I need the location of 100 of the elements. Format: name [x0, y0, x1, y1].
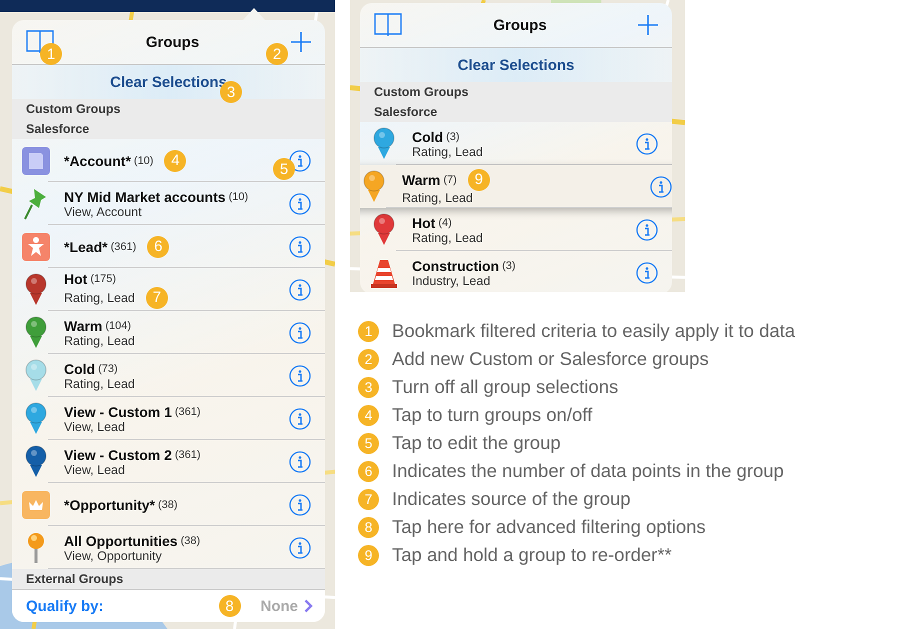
group-row[interactable]: Construction (3) Industry, Lead — [360, 251, 672, 292]
legend-text: Turn off all group selections — [392, 376, 618, 398]
crown-icon — [22, 490, 50, 518]
group-row[interactable]: *Lead* (361) 6 — [12, 225, 325, 268]
info-icon[interactable] — [289, 192, 311, 214]
group-row[interactable]: Hot (4) Rating, Lead — [360, 208, 672, 251]
legend-text: Tap to edit the group — [392, 432, 561, 454]
info-icon[interactable] — [289, 494, 311, 516]
group-count: (361) — [110, 240, 136, 252]
group-count: (38) — [180, 534, 200, 546]
group-row[interactable]: NY Mid Market accounts (10) View, Account — [12, 182, 325, 225]
clear-selections-button[interactable]: Clear Selections — [458, 56, 574, 74]
callout-badge: 3 — [358, 376, 379, 398]
group-row[interactable]: All Opportunities (38) View, Opportunity — [12, 526, 325, 569]
group-count: (104) — [105, 320, 132, 332]
legend-text: Bookmark filtered criteria to easily apply it to data — [392, 320, 796, 342]
group-count: (361) — [174, 406, 201, 418]
group-count: (73) — [98, 362, 118, 374]
legend-text: Add new Custom or Salesforce groups — [392, 348, 709, 370]
group-name: Hot — [412, 214, 436, 230]
group-name: *Opportunity* — [64, 496, 155, 512]
group-name: View - Custom 2 — [64, 446, 172, 462]
info-icon[interactable] — [289, 150, 311, 172]
group-source: Rating, Lead — [412, 144, 483, 158]
section-header: Custom Groups — [12, 99, 325, 119]
group-row[interactable]: View - Custom 2 (361) View, Lead — [12, 440, 325, 483]
group-count: (10) — [228, 190, 248, 202]
group-source: View, Account — [64, 204, 142, 218]
qualify-by-label: Qualify by: — [26, 598, 104, 614]
info-icon[interactable] — [289, 450, 311, 472]
callout-badge: 2 — [358, 348, 379, 370]
info-icon[interactable] — [289, 364, 311, 386]
group-source: Industry, Lead — [412, 274, 490, 288]
callout-badge: 9 — [358, 544, 379, 566]
group-count: (38) — [158, 498, 178, 510]
group-row[interactable]: View - Custom 1 (361) View, Lead — [12, 397, 325, 440]
info-icon[interactable] — [289, 322, 311, 344]
add-icon[interactable] — [638, 15, 658, 35]
callout-badge: 4 — [164, 150, 186, 172]
group-name: Construction — [412, 258, 500, 274]
group-source: Rating, Lead — [64, 376, 135, 390]
section-header: Custom Groups — [360, 82, 672, 102]
traffic-cone-icon — [370, 258, 398, 288]
info-icon[interactable] — [636, 132, 658, 154]
group-name: NY Mid Market accounts — [64, 188, 226, 204]
legend-text: Tap and hold a group to re-order** — [392, 544, 672, 566]
info-icon[interactable] — [636, 262, 658, 284]
info-icon[interactable] — [289, 408, 311, 430]
group-count: (7) — [443, 174, 457, 186]
group-count: (4) — [438, 216, 452, 228]
legend-text: Tap to turn groups on/off — [392, 404, 592, 426]
group-row[interactable]: Cold (3) Rating, Lead — [360, 122, 672, 165]
group-row[interactable]: *Account* (10) 4 5 — [12, 139, 325, 182]
callout-badge: 4 — [358, 404, 379, 426]
group-source: Rating, Lead — [402, 190, 473, 204]
group-row[interactable]: *Opportunity* (38) — [12, 483, 325, 526]
info-icon[interactable] — [650, 176, 672, 198]
legend-text: Tap here for advanced filtering options — [392, 516, 706, 538]
group-name: Warm — [402, 172, 440, 188]
group-source: View, Opportunity — [64, 548, 162, 562]
group-name: All Opportunities — [64, 532, 178, 548]
book-icon[interactable] — [374, 13, 402, 37]
legend-text: Indicates source of the group — [392, 488, 631, 510]
group-source: Rating, Lead — [64, 334, 135, 348]
callout-badge: 5 — [358, 432, 379, 454]
info-icon[interactable] — [289, 236, 311, 258]
callout-badge: 6 — [147, 236, 170, 258]
group-source: View, Lead — [64, 462, 125, 476]
callout-badge: 7 — [358, 488, 379, 510]
group-source: Rating, Lead — [412, 230, 483, 244]
group-source: Rating, Lead — [64, 290, 135, 304]
callout-badge: 2 — [266, 43, 288, 65]
callout-badge: 1 — [40, 43, 62, 65]
chevron-icon[interactable] — [304, 599, 313, 613]
group-name: Hot — [64, 270, 88, 286]
info-icon[interactable] — [636, 218, 658, 240]
callout-badge: 9 — [468, 168, 490, 190]
group-name: *Account* — [64, 152, 131, 168]
section-header: Salesforce — [12, 119, 325, 139]
legend-text: Indicates the number of data points in the group — [392, 460, 784, 482]
group-name: Cold — [412, 128, 444, 144]
group-name: *Lead* — [64, 238, 108, 254]
section-header: Salesforce — [360, 102, 672, 122]
callout-badge: 7 — [146, 286, 168, 308]
group-row[interactable]: Cold (73) Rating, Lead — [12, 354, 325, 397]
group-name: Warm — [64, 318, 102, 334]
callout-badge: 1 — [358, 320, 379, 342]
info-icon[interactable] — [289, 536, 311, 558]
popover-title: Groups — [146, 34, 200, 50]
popover-title: Groups — [493, 16, 547, 34]
group-count: (361) — [174, 448, 201, 460]
add-icon[interactable] — [291, 32, 311, 52]
person-icon — [22, 232, 50, 260]
group-source: View, Lead — [64, 420, 125, 434]
info-icon[interactable] — [289, 278, 311, 300]
group-count: (3) — [502, 260, 516, 272]
group-row[interactable]: Warm (104) Rating, Lead — [12, 311, 325, 354]
callout-badge: 6 — [358, 460, 379, 482]
callout-badge: 5 — [273, 158, 295, 180]
group-row[interactable]: Hot (175) Rating, Lead 7 — [12, 268, 325, 311]
